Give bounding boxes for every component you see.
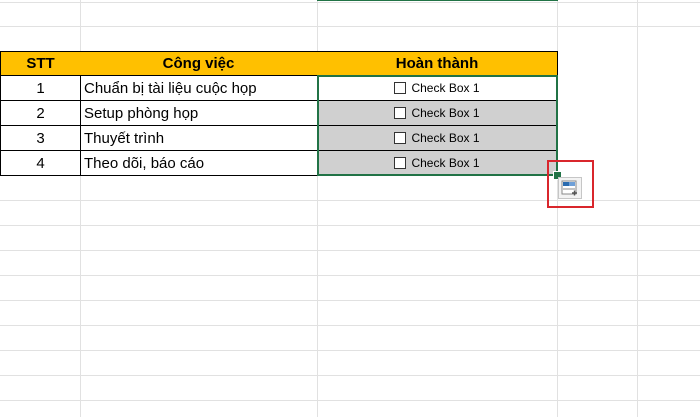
quick-analysis-icon xyxy=(561,180,577,196)
column-selection-edge xyxy=(317,0,558,1)
cell-done[interactable]: Check Box 1 xyxy=(317,101,558,126)
gridline xyxy=(0,200,700,201)
gridline xyxy=(0,250,700,251)
gridline xyxy=(0,400,700,401)
checkbox-icon[interactable] xyxy=(394,157,407,169)
cell-done[interactable]: Check Box 1 xyxy=(317,151,558,176)
gridline xyxy=(0,26,700,27)
gridline xyxy=(0,2,700,3)
gridline xyxy=(0,375,700,376)
cell-stt[interactable]: 3 xyxy=(0,126,81,151)
cell-done[interactable]: Check Box 1 xyxy=(317,76,558,101)
checkbox-icon[interactable] xyxy=(394,82,407,94)
cell-task[interactable]: Thuyết trình xyxy=(80,126,318,151)
checkbox-label: Check Box 1 xyxy=(411,131,480,145)
header-done[interactable]: Hoàn thành xyxy=(317,51,558,76)
checkbox-label: Check Box 1 xyxy=(411,156,480,170)
gridline xyxy=(637,0,638,417)
checkbox-icon[interactable] xyxy=(394,107,407,119)
checkbox-control[interactable]: Check Box 1 xyxy=(394,131,480,145)
checkbox-label: Check Box 1 xyxy=(411,81,480,95)
checkbox-icon[interactable] xyxy=(394,132,407,144)
checkbox-control[interactable]: Check Box 1 xyxy=(394,81,480,95)
checkbox-control[interactable]: Check Box 1 xyxy=(394,106,480,120)
cell-task[interactable]: Setup phòng họp xyxy=(80,101,318,126)
cell-done[interactable]: Check Box 1 xyxy=(317,126,558,151)
cell-task[interactable]: Chuẩn bị tài liệu cuộc họp xyxy=(80,76,318,101)
gridline xyxy=(0,325,700,326)
gridline xyxy=(0,225,700,226)
cell-stt[interactable]: 2 xyxy=(0,101,81,126)
quick-analysis-button[interactable] xyxy=(558,177,582,199)
gridline xyxy=(0,275,700,276)
cell-stt[interactable]: 4 xyxy=(0,151,81,176)
highlight-box xyxy=(547,160,594,208)
checkbox-control[interactable]: Check Box 1 xyxy=(394,156,480,170)
gridline xyxy=(0,300,700,301)
spreadsheet-grid[interactable]: STT Công việc Hoàn thành 1 Chuẩn bị tài … xyxy=(0,0,700,417)
checkbox-label: Check Box 1 xyxy=(411,106,480,120)
header-task[interactable]: Công việc xyxy=(80,51,318,76)
gridline xyxy=(0,350,700,351)
cell-stt[interactable]: 1 xyxy=(0,76,81,101)
cell-task[interactable]: Theo dõi, báo cáo xyxy=(80,151,318,176)
header-stt[interactable]: STT xyxy=(0,51,81,76)
